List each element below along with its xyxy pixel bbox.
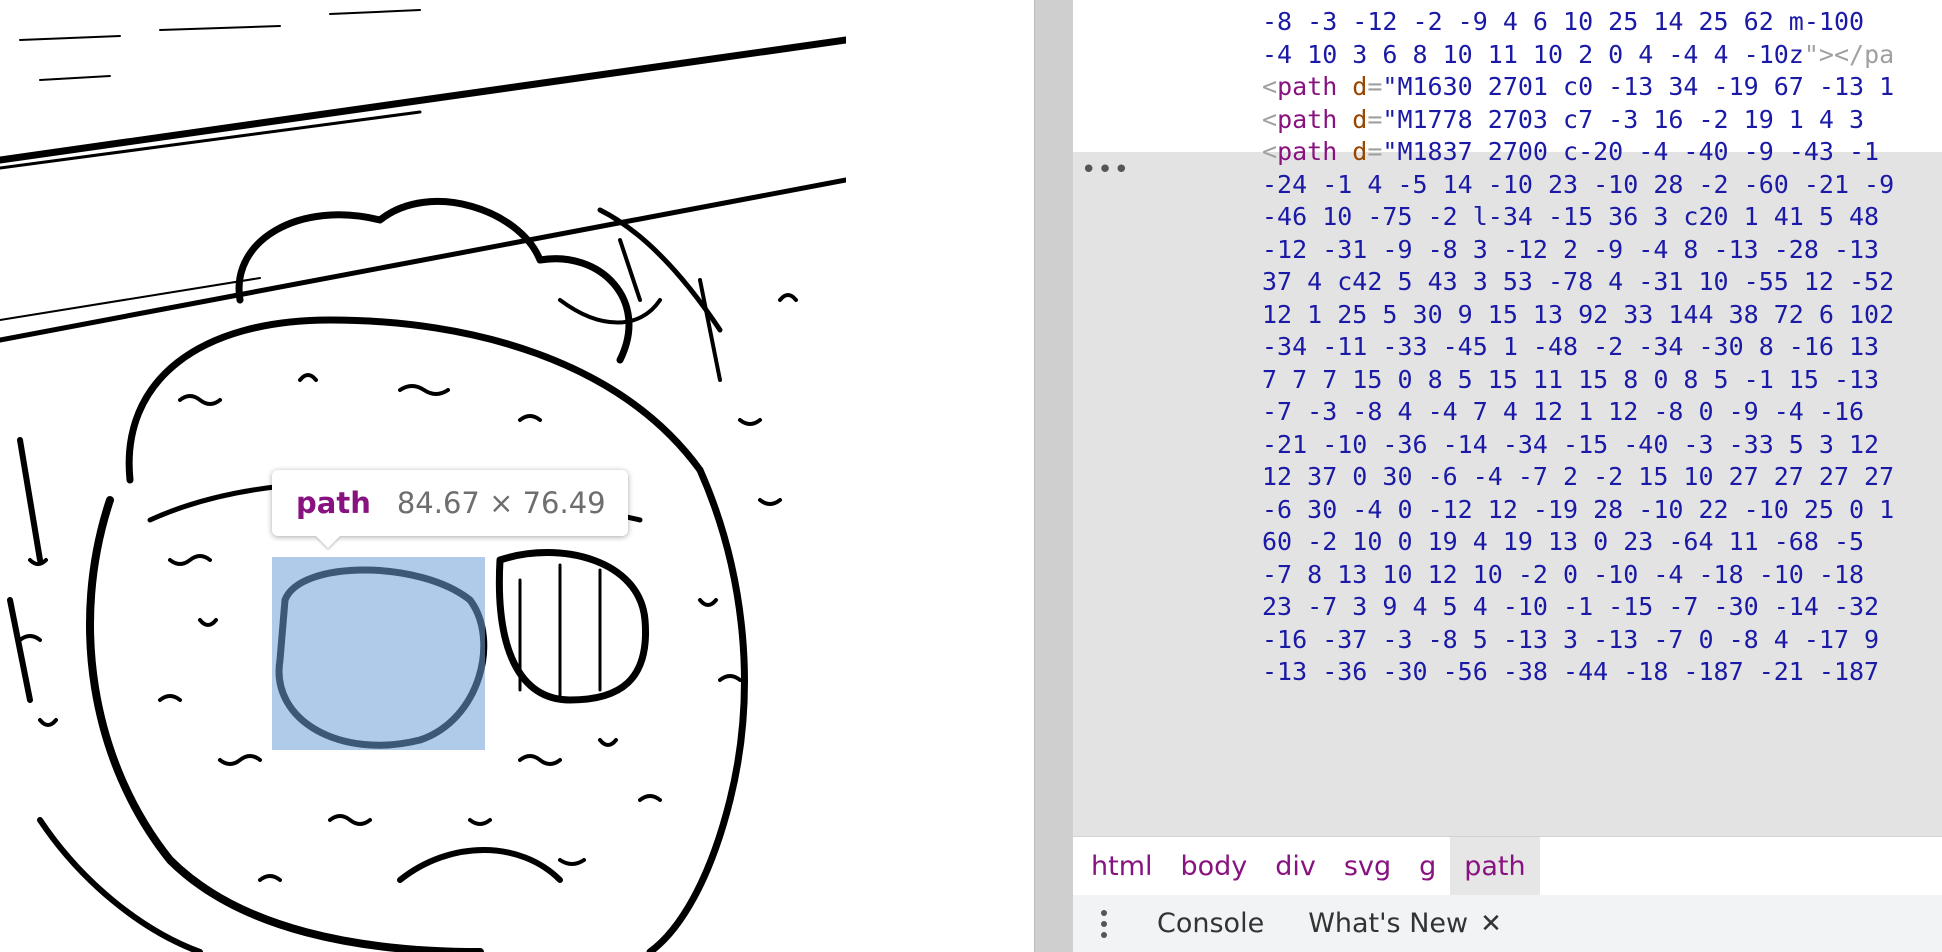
code-line[interactable]: 12 37 0 30 -6 -4 -7 2 -2 15 10 27 27 27 … — [1262, 461, 1894, 494]
code-equals: = — [1367, 137, 1383, 166]
code-attr-name: d — [1352, 72, 1368, 101]
tab-console[interactable]: Console — [1135, 908, 1286, 939]
code-attr-value: 12 1 25 5 30 9 15 13 92 33 144 38 72 6 1… — [1262, 299, 1895, 329]
breadcrumb-item[interactable]: path — [1450, 837, 1540, 895]
code-attr-value: -12 -31 -9 -8 3 -12 2 -9 -4 8 -13 -28 -1… — [1262, 234, 1880, 264]
element-inspect-tooltip: path 84.67 × 76.49 — [272, 470, 628, 536]
code-line[interactable]: <path d="M1837 2700 c-20 -4 -40 -9 -43 -1 — [1262, 136, 1879, 169]
code-line[interactable]: -13 -36 -30 -56 -38 -44 -18 -187 -21 -18… — [1262, 656, 1879, 689]
code-attr-value: -13 -36 -30 -56 -38 -44 -18 -187 -21 -18… — [1262, 657, 1880, 686]
code-tag-name: path — [1277, 137, 1338, 166]
code-attr-value: "M1778 2703 c7 -3 16 -2 19 1 4 3 — [1382, 104, 1865, 134]
code-line[interactable]: -7 -3 -8 4 -4 7 4 12 1 12 -8 0 -9 -4 -16 — [1262, 396, 1864, 429]
more-menu-icon[interactable] — [1073, 909, 1135, 938]
code-line[interactable]: -7 8 13 10 12 10 -2 0 -10 -4 -18 -10 -18 — [1262, 559, 1864, 592]
code-line[interactable]: -21 -10 -36 -14 -34 -15 -40 -3 -33 5 3 1… — [1262, 429, 1879, 462]
close-icon[interactable]: ✕ — [1480, 909, 1502, 939]
code-attr-value: -6 30 -4 0 -12 12 -19 28 -10 22 -10 25 0… — [1262, 494, 1895, 524]
code-tail: "></pa — [1803, 39, 1895, 69]
code-bracket: < — [1262, 72, 1278, 101]
code-attr-value: 37 4 c42 5 43 3 53 -78 4 -31 10 -55 12 -… — [1262, 267, 1895, 296]
code-attr-name: d — [1352, 104, 1368, 134]
tab-label: Console — [1157, 908, 1265, 939]
code-attr-value: -7 -3 -8 4 -4 7 4 12 1 12 -8 0 -9 -4 -16 — [1262, 397, 1865, 426]
code-line[interactable]: -4 10 3 6 8 10 11 10 2 0 4 -4 4 -10z"></… — [1262, 39, 1894, 72]
code-attr-value: -16 -37 -3 -8 5 -13 3 -13 -7 0 -8 4 -17 … — [1262, 624, 1880, 654]
code-line[interactable]: 7 7 7 15 0 8 5 15 11 15 8 0 8 5 -1 15 -1… — [1262, 364, 1879, 397]
drawer-tab-bar: Console What's New ✕ — [1073, 895, 1942, 952]
code-line[interactable]: -6 30 -4 0 -12 12 -19 28 -10 22 -10 25 0… — [1262, 494, 1894, 527]
code-attr-value: 23 -7 3 9 4 5 4 -10 -1 -15 -7 -30 -14 -3… — [1262, 592, 1880, 621]
code-line[interactable]: -34 -11 -33 -45 1 -48 -2 -34 -30 8 -16 1… — [1262, 331, 1879, 364]
code-line[interactable]: 37 4 c42 5 43 3 53 -78 4 -31 10 -55 12 -… — [1262, 266, 1894, 299]
code-attr-value: "M1630 2701 c0 -13 34 -19 67 -13 1 — [1382, 72, 1895, 101]
code-equals: = — [1367, 72, 1383, 101]
code-attr-value: -7 8 13 10 12 10 -2 0 -10 -4 -18 -10 -18 — [1262, 559, 1865, 589]
code-attr-name: d — [1352, 137, 1368, 166]
breadcrumb-item[interactable]: body — [1167, 837, 1262, 895]
code-line[interactable]: 23 -7 3 9 4 5 4 -10 -1 -15 -7 -30 -14 -3… — [1262, 591, 1879, 624]
node-actions-ellipsis[interactable]: ••• — [1081, 150, 1130, 190]
code-line[interactable]: 60 -2 10 0 19 4 19 13 0 23 -64 11 -68 -5 — [1262, 526, 1864, 559]
breadcrumb-item[interactable]: html — [1077, 837, 1167, 895]
code-attr-value: 12 37 0 30 -6 -4 -7 2 -2 15 10 27 27 27 … — [1262, 462, 1895, 491]
code-tag-name: path — [1277, 72, 1338, 101]
code-attr-value: -34 -11 -33 -45 1 -48 -2 -34 -30 8 -16 1… — [1262, 332, 1880, 361]
code-line[interactable]: -12 -31 -9 -8 3 -12 2 -9 -4 8 -13 -28 -1… — [1262, 234, 1879, 267]
code-line[interactable]: <path d="M1778 2703 c7 -3 16 -2 19 1 4 3 — [1262, 104, 1864, 137]
tab-label: What's New — [1308, 908, 1469, 939]
code-bracket: < — [1262, 137, 1278, 166]
code-tag-name: path — [1277, 104, 1338, 134]
code-line[interactable]: -8 -3 -12 -2 -9 4 6 10 25 14 25 62 m-100 — [1262, 6, 1864, 39]
code-attr-value: -4 10 3 6 8 10 11 10 2 0 4 -4 4 -10z — [1262, 39, 1804, 69]
code-line[interactable]: 12 1 25 5 30 9 15 13 92 33 144 38 72 6 1… — [1262, 299, 1894, 332]
tab-whats-new[interactable]: What's New ✕ — [1286, 908, 1524, 939]
code-attr-value: -21 -10 -36 -14 -34 -15 -40 -3 -33 5 3 1… — [1262, 429, 1880, 459]
tooltip-tag-name: path — [296, 486, 371, 520]
code-attr-value: -46 10 -75 -2 l-34 -15 36 3 c20 1 41 5 4… — [1262, 202, 1880, 231]
page-viewport[interactable]: path 84.67 × 76.49 — [0, 0, 1034, 952]
tooltip-dimensions: 84.67 × 76.49 — [396, 486, 606, 520]
breadcrumb-item[interactable]: div — [1261, 837, 1330, 895]
code-attr-value: "M1837 2700 c-20 -4 -40 -9 -43 -1 — [1382, 137, 1880, 166]
code-line[interactable]: <path d="M1630 2701 c0 -13 34 -19 67 -13 … — [1262, 71, 1894, 104]
panel-splitter[interactable] — [1034, 0, 1073, 952]
breadcrumb: html body div svg g path — [1073, 836, 1942, 896]
elements-tree[interactable]: ••• -8 -3 -12 -2 -9 4 6 10 25 14 25 62 m… — [1073, 0, 1942, 836]
code-attr-value: -24 -1 4 -5 14 -10 23 -10 28 -2 -60 -21 … — [1262, 169, 1895, 199]
code-attr-value: -8 -3 -12 -2 -9 4 6 10 25 14 25 62 m-100 — [1262, 7, 1865, 36]
breadcrumb-item[interactable]: g — [1405, 837, 1450, 895]
code-attr-value: 60 -2 10 0 19 4 19 13 0 23 -64 11 -68 -5 — [1262, 527, 1865, 556]
devtools-panel: ••• -8 -3 -12 -2 -9 4 6 10 25 14 25 62 m… — [1072, 0, 1942, 952]
code-equals: = — [1367, 104, 1383, 134]
code-attr-value: 7 7 7 15 0 8 5 15 11 15 8 0 8 5 -1 15 -1… — [1262, 364, 1880, 394]
code-line[interactable]: -16 -37 -3 -8 5 -13 3 -13 -7 0 -8 4 -17 … — [1262, 624, 1879, 657]
code-line[interactable]: -46 10 -75 -2 l-34 -15 36 3 c20 1 41 5 4… — [1262, 201, 1879, 234]
code-bracket: < — [1262, 104, 1278, 134]
breadcrumb-item[interactable]: svg — [1330, 837, 1405, 895]
code-line[interactable]: -24 -1 4 -5 14 -10 23 -10 28 -2 -60 -21 … — [1262, 169, 1894, 202]
